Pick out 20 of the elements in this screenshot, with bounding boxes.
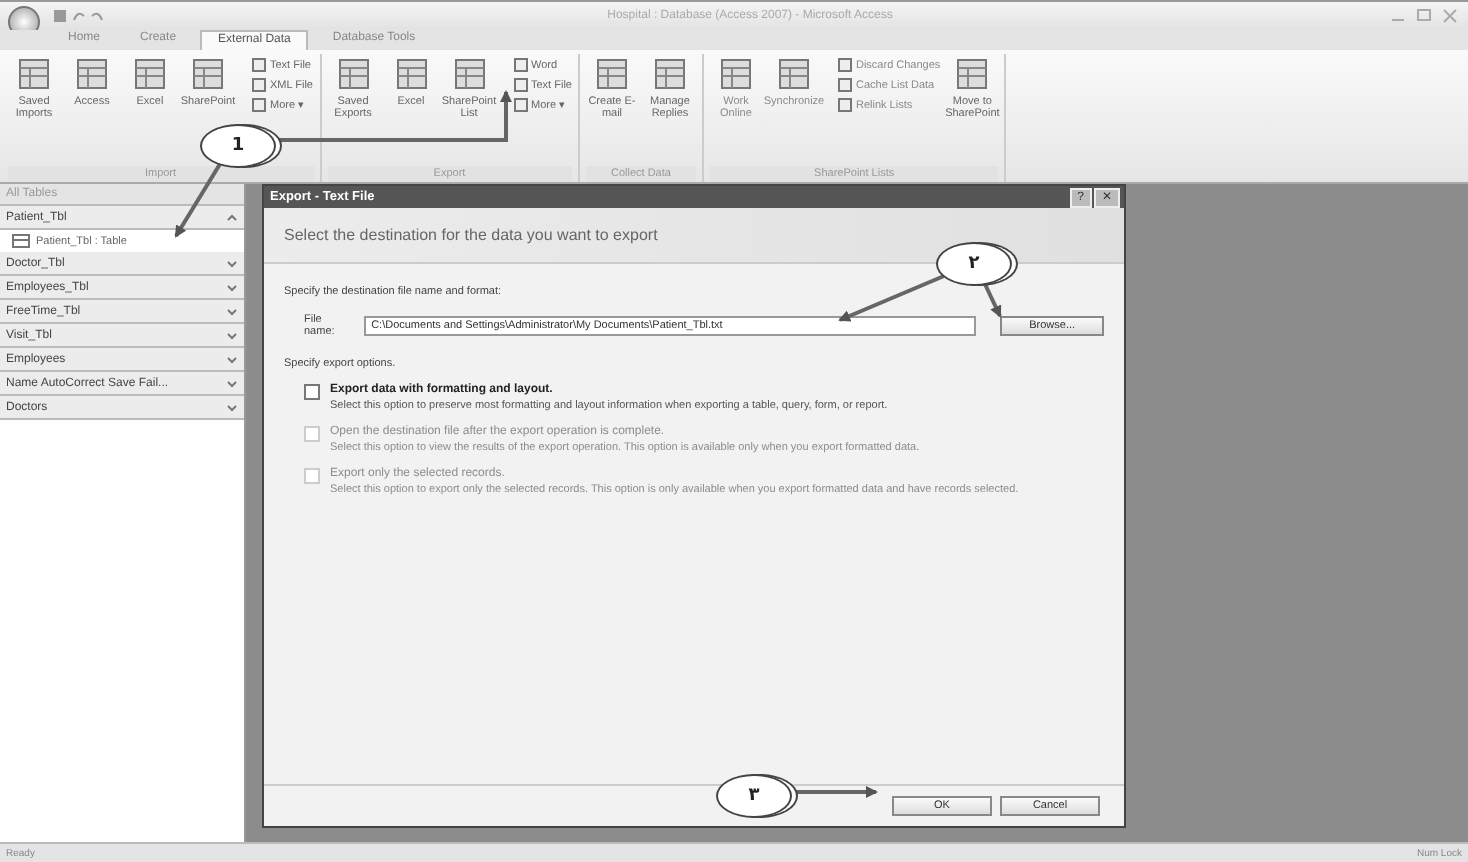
- table-icon: [595, 58, 628, 90]
- table-icon: [719, 58, 752, 90]
- table-icon: [12, 234, 30, 248]
- table-icon: [653, 58, 686, 90]
- table-icon: [956, 58, 989, 90]
- table-icon: [76, 58, 108, 90]
- table-icon: [777, 58, 810, 90]
- table-icon: [18, 58, 50, 90]
- checkbox[interactable]: [304, 384, 320, 400]
- dialog-heading: Select the destination for the data you want to export: [284, 226, 658, 244]
- table-icon: [395, 58, 427, 90]
- annotation-arrow: [982, 281, 1002, 318]
- table-icon: [134, 58, 166, 90]
- chevron-icon: [226, 211, 238, 223]
- table-icon: [453, 58, 485, 90]
- annotation-arrow: [838, 274, 945, 322]
- annotation-arrow: [174, 162, 222, 238]
- table-icon: [192, 58, 224, 90]
- window-controls-icon[interactable]: [1388, 8, 1460, 24]
- table-icon: [337, 58, 369, 90]
